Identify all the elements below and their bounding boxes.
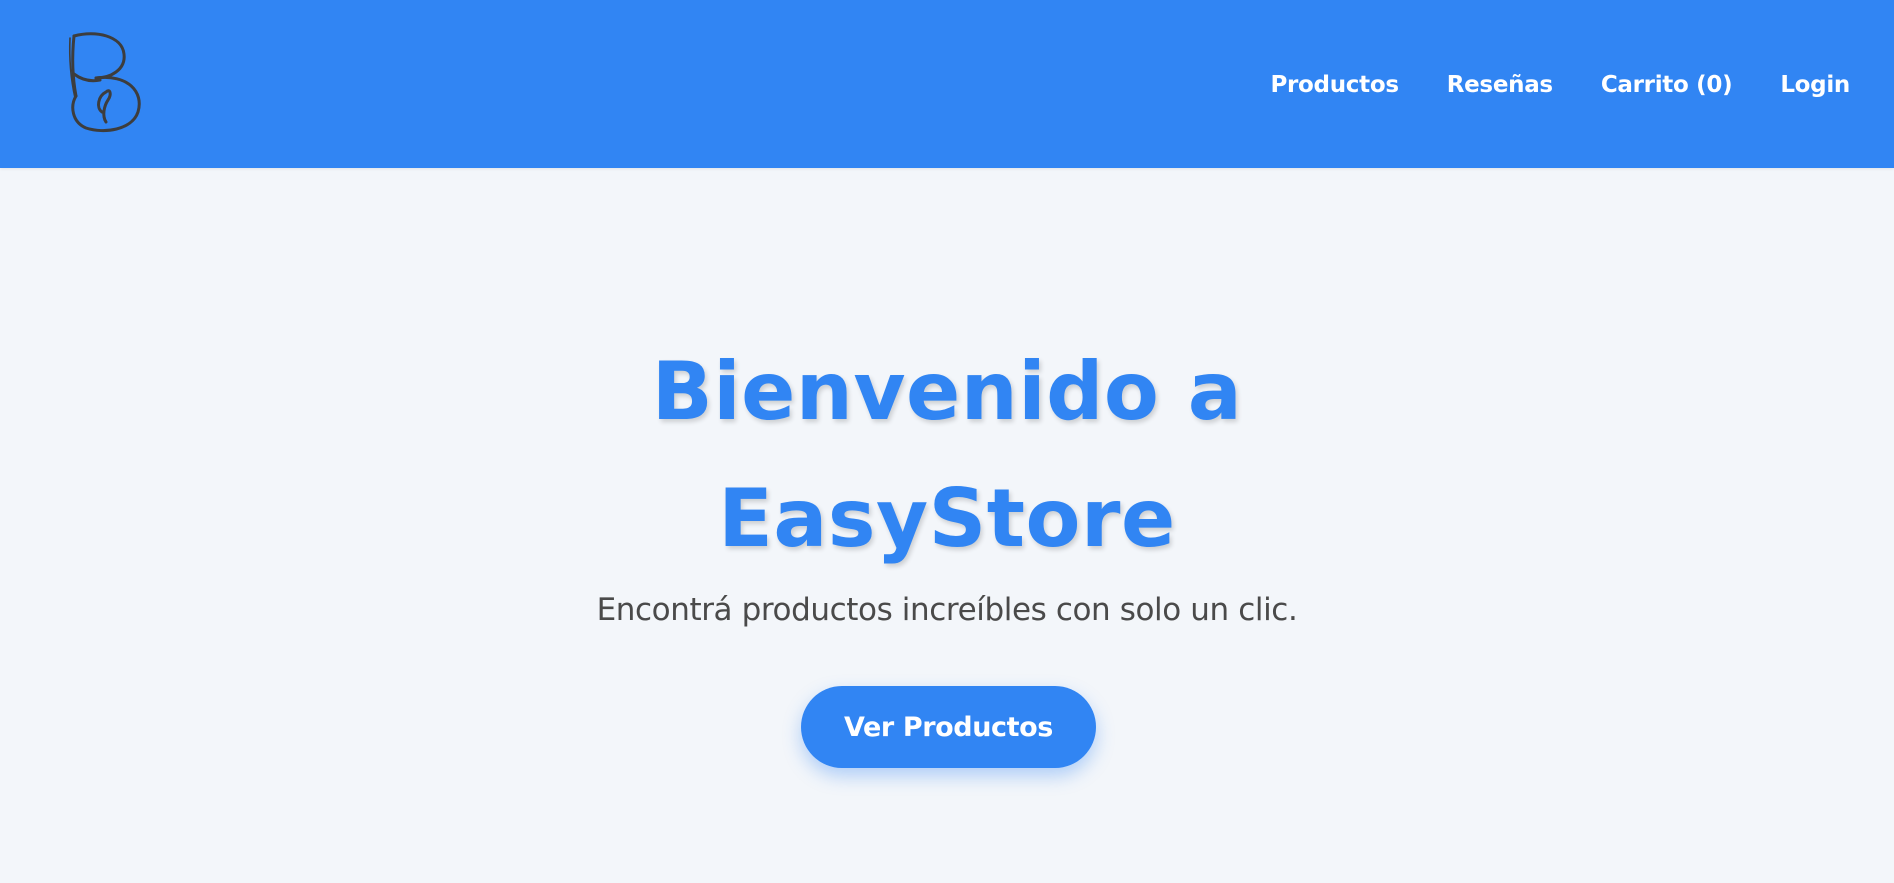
- nav-productos-link[interactable]: Productos: [1270, 68, 1399, 102]
- site-header: Productos Reseñas Carrito (0) Login: [0, 0, 1894, 168]
- ver-productos-button[interactable]: Ver Productos: [801, 686, 1096, 768]
- main-nav: Productos Reseñas Carrito (0) Login: [1222, 68, 1850, 102]
- logo-icon[interactable]: [66, 30, 148, 138]
- hero-section: Bienvenido a EasyStore Encontrá producto…: [0, 168, 1894, 883]
- nav-login-link[interactable]: Login: [1780, 68, 1850, 102]
- hero-title-line-1: Bienvenido a: [651, 345, 1243, 438]
- hero-subtitle: Encontrá productos increíbles con solo u…: [596, 592, 1298, 628]
- hero-title-line-2: EasyStore: [718, 472, 1176, 565]
- hero-title: Bienvenido a EasyStore: [0, 328, 1894, 582]
- nav-carrito-link[interactable]: Carrito (0): [1601, 68, 1733, 102]
- nav-resenas-link[interactable]: Reseñas: [1447, 68, 1553, 102]
